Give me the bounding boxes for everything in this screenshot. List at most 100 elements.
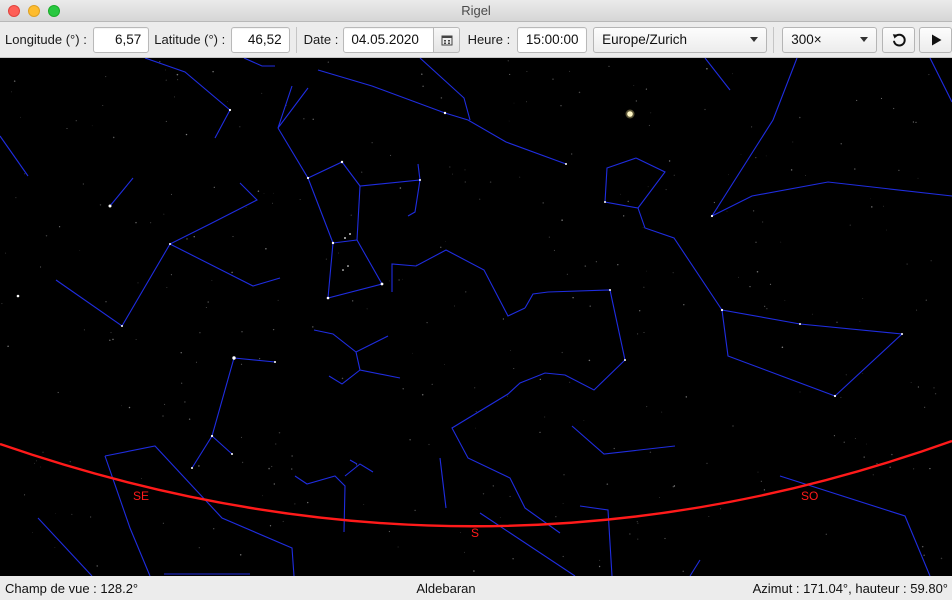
faint-star — [906, 263, 908, 265]
faint-star — [613, 447, 615, 450]
sky-canvas[interactable]: SE S SO — [0, 58, 952, 576]
faint-star — [639, 310, 641, 312]
faint-star — [833, 435, 835, 437]
window-titlebar: Rigel — [0, 0, 952, 22]
date-picker-button[interactable] — [434, 26, 460, 53]
faint-star — [205, 306, 207, 308]
faint-star — [165, 120, 167, 122]
constellation-line — [277, 127, 421, 217]
reset-time-button[interactable] — [882, 26, 916, 53]
speed-value: 300× — [791, 32, 822, 47]
faint-star — [649, 451, 652, 454]
faint-star — [170, 193, 173, 195]
faint-star — [499, 517, 501, 518]
faint-star — [83, 329, 85, 331]
bright-star — [901, 333, 903, 335]
bright-star — [306, 176, 310, 180]
close-window-button[interactable] — [8, 5, 20, 17]
faint-star — [562, 502, 564, 504]
faint-star — [174, 96, 176, 98]
time-label: Heure : — [467, 32, 511, 47]
faint-star — [198, 465, 200, 467]
faint-star — [426, 321, 428, 324]
cardinal-southeast-label: SE — [133, 489, 149, 503]
faint-star — [366, 308, 368, 310]
minimize-window-button[interactable] — [28, 5, 40, 17]
faint-star — [40, 266, 42, 268]
window-controls — [8, 5, 60, 17]
faint-star — [769, 283, 772, 286]
faint-star — [397, 546, 399, 548]
faint-star — [261, 92, 263, 94]
faint-star — [240, 436, 242, 438]
faint-star — [327, 61, 329, 63]
constellation-line — [332, 239, 358, 244]
faint-star — [257, 190, 260, 192]
faint-star — [99, 204, 102, 206]
faint-star — [109, 339, 111, 342]
time-input[interactable]: 15:00:00 — [517, 26, 588, 53]
faint-star — [307, 501, 309, 504]
faint-star — [825, 533, 827, 535]
faint-star — [294, 503, 296, 505]
faint-star — [732, 425, 734, 427]
date-input[interactable]: 04.05.2020 — [343, 26, 435, 53]
faint-star — [854, 437, 856, 440]
faint-star — [726, 210, 728, 212]
faint-star — [876, 463, 878, 465]
speed-select[interactable]: 300× — [782, 26, 878, 53]
faint-star — [11, 91, 12, 93]
faint-star — [924, 406, 926, 408]
faint-star — [732, 73, 733, 75]
faint-star — [566, 273, 568, 275]
faint-star — [854, 168, 856, 170]
faint-star — [241, 331, 243, 333]
bright-star — [710, 214, 714, 218]
faint-star — [211, 280, 213, 281]
faint-star — [840, 396, 842, 398]
faint-star — [162, 522, 164, 524]
timezone-select[interactable]: Europe/Zurich — [593, 26, 768, 53]
faint-star — [105, 301, 107, 303]
longitude-input[interactable]: 6,57 — [92, 26, 150, 53]
sky-view[interactable]: SE S SO — [0, 58, 952, 576]
timezone-value: Europe/Zurich — [602, 32, 687, 47]
faint-star — [431, 383, 433, 386]
latitude-input[interactable]: 46,52 — [231, 26, 290, 53]
faint-star — [561, 351, 563, 354]
constellation-line — [439, 457, 447, 509]
bright-star — [565, 163, 567, 165]
faint-star — [569, 70, 571, 72]
faint-star — [572, 297, 574, 299]
faint-star — [513, 368, 515, 370]
faint-star — [784, 300, 786, 301]
faint-star — [273, 192, 274, 194]
faint-star — [757, 471, 759, 473]
constellation-line — [451, 289, 626, 534]
faint-star — [584, 265, 587, 267]
status-bar: Champ de vue : 128.2° Aldebaran Azimut :… — [0, 576, 952, 600]
faint-star — [766, 308, 768, 310]
zoom-window-button[interactable] — [48, 5, 60, 17]
bright-star — [342, 269, 344, 271]
faint-star — [792, 141, 794, 143]
faint-star — [542, 202, 544, 204]
bright-star — [231, 453, 233, 455]
faint-star — [402, 278, 403, 280]
faint-star — [765, 155, 767, 157]
faint-star — [840, 143, 842, 145]
constellation-line — [391, 249, 526, 317]
toolbar: Longitude (°) : 6,57 Latitude (°) : 46,5… — [0, 22, 952, 58]
faint-star — [13, 80, 16, 82]
faint-star — [121, 405, 122, 407]
faint-star — [915, 121, 917, 123]
faint-star — [637, 333, 639, 335]
faint-star — [213, 186, 215, 188]
play-button[interactable] — [919, 26, 952, 53]
faint-star — [862, 373, 864, 375]
faint-star — [790, 169, 793, 171]
faint-star — [75, 120, 77, 122]
faint-star — [917, 386, 920, 388]
constellation-line — [710, 58, 952, 218]
faint-star — [34, 462, 35, 464]
